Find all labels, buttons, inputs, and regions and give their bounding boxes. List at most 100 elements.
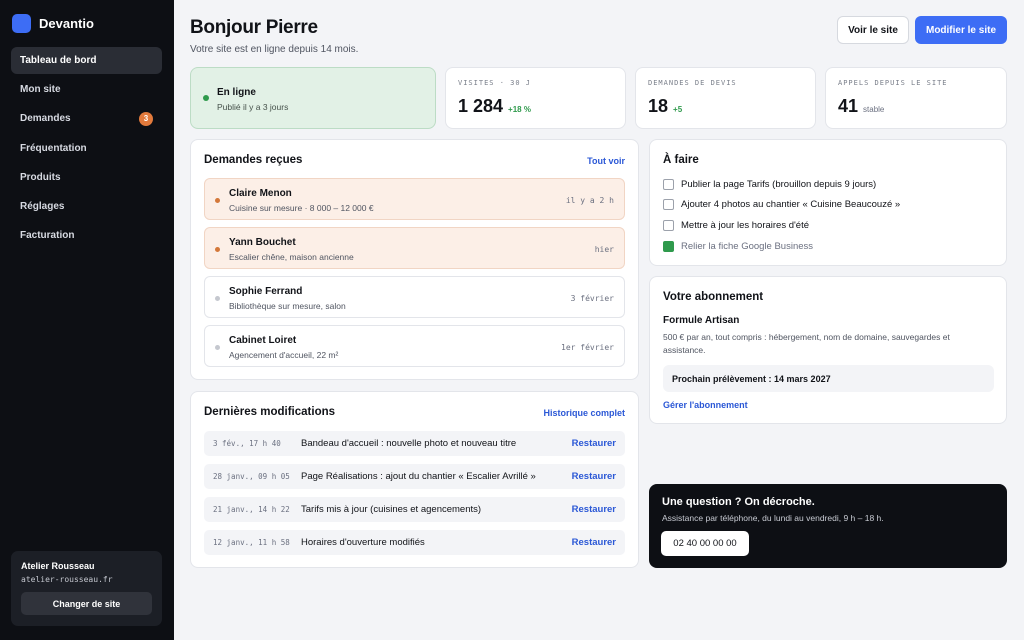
todo-item[interactable]: Ajouter 4 photos au chantier « Cuisine B… [663, 199, 900, 210]
modifications-title: Dernières modifications [204, 406, 336, 418]
stat-card-calls: APPELS DEPUIS LE SITE 41 stable [825, 67, 1007, 129]
todo-checkbox[interactable] [663, 199, 674, 210]
stat-number: 1 284 [458, 96, 504, 116]
todo-item[interactable]: Relier la fiche Google Business [663, 241, 813, 252]
stat-trend: +18 % [508, 105, 531, 114]
request-name: Cabinet Loiret [229, 335, 297, 346]
help-card: Une question ? On décroche. Assistance p… [649, 484, 1007, 568]
modification-row: 28 janv., 09 h 05 Page Réalisations : aj… [204, 464, 625, 489]
help-subtitle: Assistance par téléphone, du lundi au ve… [662, 513, 884, 523]
site-domain: atelier-rousseau.fr [21, 575, 113, 584]
modification-text: Tarifs mis à jour (cuisines et agencemen… [301, 504, 482, 515]
request-item[interactable]: Yann Bouchet Escalier chêne, maison anci… [204, 227, 625, 269]
sidebar-item-mon-site[interactable]: Mon site [11, 76, 162, 103]
stat-value: 1 284 +18 % [458, 96, 531, 117]
sidebar-item-frequentation[interactable]: Fréquentation [11, 135, 162, 162]
sidebar-item-produits[interactable]: Produits [11, 164, 162, 191]
sidebar-item-label: Tableau de bord [20, 55, 97, 66]
todo-checkbox-checked[interactable] [663, 241, 674, 252]
stat-value: 18 +5 [648, 96, 682, 117]
read-dot-icon [215, 296, 220, 301]
see-all-requests-link[interactable]: Tout voir [587, 156, 625, 166]
request-desc: Bibliothèque sur mesure, salon [229, 301, 346, 311]
sidebar-nav: Tableau de bord Mon site Demandes 3 Fréq… [11, 47, 162, 251]
modifications-panel: Dernières modifications Historique compl… [190, 391, 639, 568]
request-time: 1er février [561, 343, 614, 352]
restore-button[interactable]: Restaurer [572, 537, 616, 548]
restore-button[interactable]: Restaurer [572, 438, 616, 449]
modification-text: Bandeau d'accueil : nouvelle photo et no… [301, 438, 517, 449]
stat-card-quotes: DEMANDES DE DEVIS 18 +5 [635, 67, 816, 129]
status-title: En ligne [217, 87, 256, 98]
request-time: hier [594, 245, 614, 254]
manage-subscription-link[interactable]: Gérer l'abonnement [663, 400, 748, 410]
request-time: il y a 2 h [565, 196, 614, 205]
modification-row: 3 fév., 17 h 40 Bandeau d'accueil : nouv… [204, 431, 625, 456]
sidebar-item-label: Réglages [20, 200, 65, 212]
sidebar-item-reglages[interactable]: Réglages [11, 193, 162, 220]
request-item[interactable]: Cabinet Loiret Agencement d'accueil, 22 … [204, 325, 625, 367]
subscription-desc: 500 € par an, tout compris : hébergement… [663, 332, 950, 355]
sidebar-item-label: Fréquentation [20, 142, 87, 154]
modification-row: 12 janv., 11 h 58 Horaires d'ouverture m… [204, 530, 625, 555]
sidebar-item-label: Facturation [20, 230, 75, 242]
page-title: Bonjour Pierre [190, 17, 318, 38]
status-subtitle: Publié il y a 3 jours [217, 102, 289, 112]
request-desc: Cuisine sur mesure · 8 000 – 12 000 € [229, 203, 374, 213]
restore-button[interactable]: Restaurer [572, 504, 616, 515]
brand-name: Devantio [39, 16, 94, 31]
todo-title: À faire [663, 154, 699, 166]
brand[interactable]: Devantio [12, 14, 94, 33]
modification-row: 21 janv., 14 h 22 Tarifs mis à jour (cui… [204, 497, 625, 522]
stat-label: APPELS DEPUIS LE SITE [838, 79, 948, 87]
todo-item[interactable]: Publier la page Tarifs (brouillon depuis… [663, 179, 876, 190]
phone-button[interactable]: 02 40 00 00 00 [661, 531, 749, 556]
modification-date: 28 janv., 09 h 05 [213, 472, 290, 481]
current-site-card: Atelier Rousseau atelier-rousseau.fr Cha… [11, 551, 162, 626]
request-name: Claire Menon [229, 188, 292, 199]
todo-label: Relier la fiche Google Business [681, 241, 814, 252]
stat-card-visits: VISITES · 30 J 1 284 +18 % [445, 67, 626, 129]
sidebar-item-demandes[interactable]: Demandes 3 [11, 105, 162, 132]
sidebar-item-label: Produits [20, 171, 61, 183]
stat-label: VISITES · 30 J [458, 79, 532, 87]
todo-label: Publier la page Tarifs (brouillon depuis… [681, 179, 877, 190]
brand-logo-icon [12, 14, 31, 33]
modification-text: Horaires d'ouverture modifiés [301, 537, 425, 548]
subscription-plan: Formule Artisan [663, 315, 740, 326]
sidebar-item-facturation[interactable]: Facturation [11, 222, 162, 249]
request-item[interactable]: Sophie Ferrand Bibliothèque sur mesure, … [204, 276, 625, 318]
stat-label: DEMANDES DE DEVIS [648, 79, 737, 87]
request-name: Sophie Ferrand [229, 286, 303, 297]
site-name: Atelier Rousseau [21, 561, 95, 571]
request-desc: Agencement d'accueil, 22 m² [229, 350, 339, 360]
restore-button[interactable]: Restaurer [572, 471, 616, 482]
next-payment: Prochain prélèvement : 14 mars 2027 [663, 365, 994, 392]
stat-trend: stable [863, 105, 885, 114]
todo-checkbox[interactable] [663, 220, 674, 231]
sidebar-item-tableau-de-bord[interactable]: Tableau de bord [11, 47, 162, 74]
stat-number: 41 [838, 96, 859, 116]
todo-panel: À faire Publier la page Tarifs (brouillo… [649, 139, 1007, 266]
todo-label: Mettre à jour les horaires d'été [681, 220, 810, 231]
help-title: Une question ? On décroche. [662, 496, 815, 508]
request-desc: Escalier chêne, maison ancienne [229, 252, 354, 262]
todo-label: Ajouter 4 photos au chantier « Cuisine B… [681, 199, 901, 210]
modification-date: 12 janv., 11 h 58 [213, 538, 290, 547]
subscription-title: Votre abonnement [663, 291, 764, 303]
online-status-icon [203, 95, 209, 101]
site-status-card: En ligne Publié il y a 3 jours [190, 67, 436, 129]
todo-checkbox[interactable] [663, 179, 674, 190]
edit-site-button[interactable]: Modifier le site [915, 16, 1007, 44]
unread-dot-icon [215, 198, 220, 203]
change-site-button[interactable]: Changer de site [21, 592, 152, 615]
request-item[interactable]: Claire Menon Cuisine sur mesure · 8 000 … [204, 178, 625, 220]
view-site-button[interactable]: Voir le site [837, 16, 909, 44]
requests-title: Demandes reçues [204, 154, 303, 166]
modification-date: 3 fév., 17 h 40 [213, 439, 281, 448]
request-name: Yann Bouchet [229, 237, 296, 248]
sidebar-item-label: Demandes [20, 113, 71, 125]
unread-dot-icon [215, 247, 220, 252]
todo-item[interactable]: Mettre à jour les horaires d'été [663, 220, 809, 231]
full-history-link[interactable]: Historique complet [543, 408, 625, 418]
